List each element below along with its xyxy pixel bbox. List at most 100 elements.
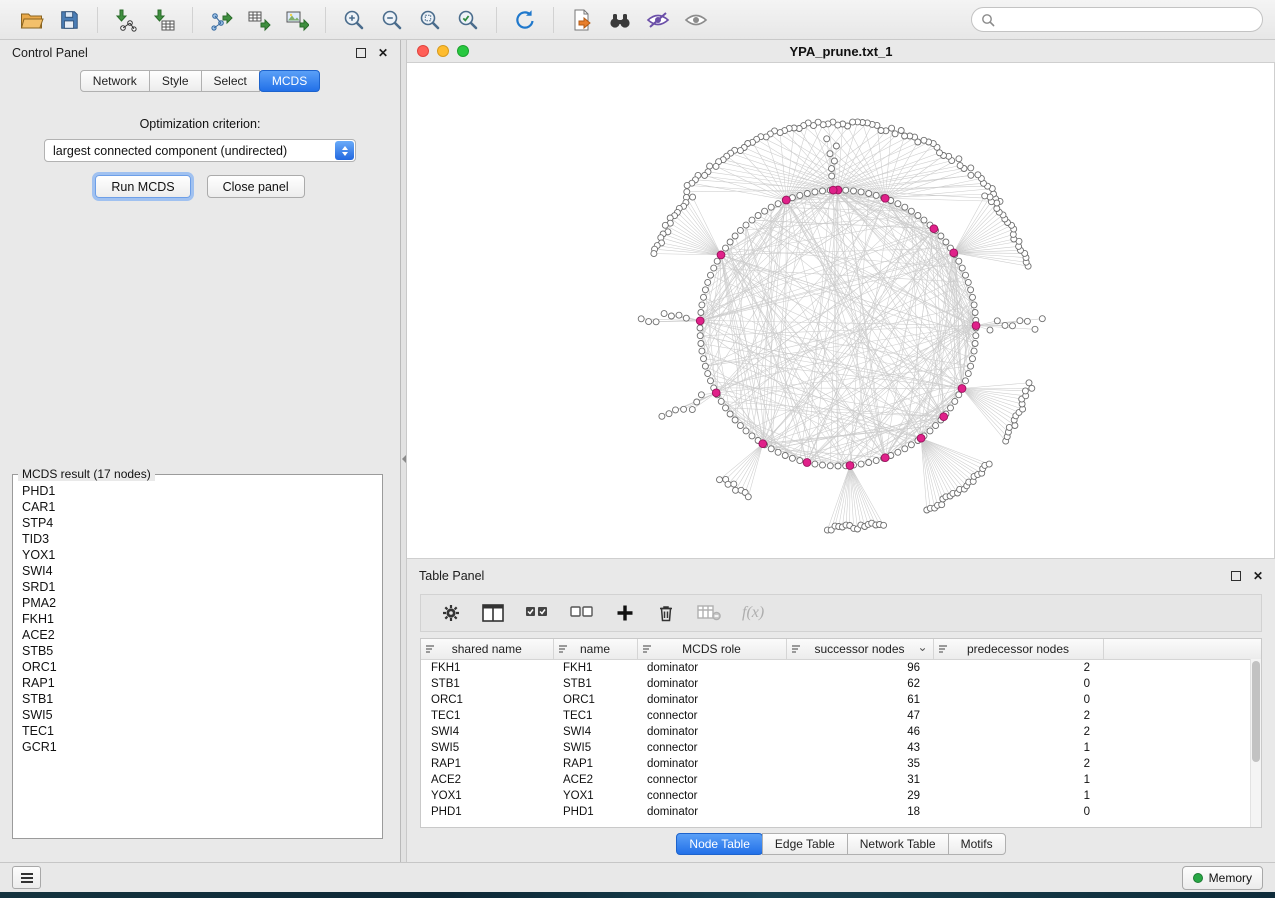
graph-hub-node[interactable] [846, 462, 854, 470]
zoom-out-button[interactable] [373, 5, 411, 35]
cell-name[interactable]: PHD1 [553, 804, 637, 820]
cell-shared-name[interactable]: PHD1 [421, 804, 553, 820]
close-panel-icon[interactable]: ✕ [378, 47, 388, 59]
table-row[interactable]: RAP1RAP1dominator352 [421, 756, 1261, 772]
graph-node[interactable] [1026, 380, 1032, 386]
network-canvas[interactable] [407, 63, 1273, 559]
graph-hub-node[interactable] [759, 440, 767, 448]
graph-node[interactable] [939, 502, 945, 508]
graph-hub-node[interactable] [958, 385, 966, 393]
cell-mcds-role[interactable]: dominator [637, 804, 786, 820]
graph-node[interactable] [898, 128, 904, 134]
graph-node[interactable] [851, 188, 857, 194]
graph-node[interactable] [829, 166, 835, 172]
save-session-button[interactable] [50, 5, 88, 35]
graph-node[interactable] [927, 428, 933, 434]
graph-node[interactable] [782, 453, 788, 459]
graph-node[interactable] [965, 279, 971, 285]
graph-node[interactable] [858, 189, 864, 195]
memory-button[interactable]: Memory [1182, 866, 1263, 890]
graph-node[interactable] [1024, 318, 1030, 324]
graph-node[interactable] [987, 327, 993, 333]
cell-mcds-role[interactable]: connector [637, 788, 786, 804]
graph-node[interactable] [749, 217, 755, 223]
graph-node[interactable] [968, 287, 974, 293]
graph-node[interactable] [698, 310, 704, 316]
divider-collapse-handle[interactable] [401, 448, 406, 470]
graph-node[interactable] [684, 189, 690, 195]
graph-node[interactable] [968, 363, 974, 369]
graph-node[interactable] [971, 348, 977, 354]
tab-edge-table[interactable]: Edge Table [762, 833, 848, 855]
graph-node[interactable] [938, 233, 944, 239]
open-file-button[interactable] [12, 5, 50, 35]
graph-node[interactable] [651, 251, 657, 257]
float-panel-icon[interactable] [356, 48, 366, 58]
graph-node[interactable] [659, 413, 665, 419]
result-node-item[interactable]: CAR1 [22, 499, 373, 515]
graph-hub-node[interactable] [881, 454, 889, 462]
export-table-button[interactable] [240, 5, 278, 35]
graph-node[interactable] [666, 411, 672, 417]
graph-node[interactable] [827, 151, 833, 157]
graph-node[interactable] [732, 417, 738, 423]
graph-node[interactable] [690, 194, 696, 200]
graph-node[interactable] [933, 423, 939, 429]
cell-mcds-role[interactable]: dominator [637, 756, 786, 772]
graph-node[interactable] [986, 461, 992, 467]
cell-mcds-role[interactable]: dominator [637, 724, 786, 740]
cell-predecessor-nodes[interactable]: 1 [933, 772, 1103, 788]
tab-mcds[interactable]: MCDS [259, 70, 320, 92]
graph-node[interactable] [699, 302, 705, 308]
graph-node[interactable] [708, 378, 714, 384]
graph-node[interactable] [775, 449, 781, 455]
graph-node[interactable] [737, 227, 743, 233]
tab-style[interactable]: Style [149, 70, 202, 92]
cell-shared-name[interactable]: ACE2 [421, 772, 553, 788]
graph-node[interactable] [873, 458, 879, 464]
table-row[interactable]: ORC1ORC1dominator610 [421, 692, 1261, 708]
result-node-item[interactable]: SWI5 [22, 707, 373, 723]
graph-node[interactable] [702, 172, 708, 178]
graph-node[interactable] [694, 399, 700, 405]
table-row[interactable]: YOX1YOX1connector291 [421, 788, 1261, 804]
cell-successor-nodes[interactable]: 96 [786, 660, 933, 677]
result-node-item[interactable]: STB5 [22, 643, 373, 659]
graph-node[interactable] [797, 458, 803, 464]
graph-node[interactable] [921, 137, 927, 143]
graph-node[interactable] [701, 356, 707, 362]
graph-node[interactable] [1022, 388, 1028, 394]
graph-node[interactable] [968, 172, 974, 178]
refresh-view-button[interactable] [506, 5, 544, 35]
graph-node[interactable] [812, 189, 818, 195]
graph-node[interactable] [698, 341, 704, 347]
cell-name[interactable]: YOX1 [553, 788, 637, 804]
graph-node[interactable] [965, 371, 971, 377]
cell-mcds-role[interactable]: dominator [637, 692, 786, 708]
result-node-item[interactable]: TEC1 [22, 723, 373, 739]
table-row[interactable]: SWI4SWI4dominator462 [421, 724, 1261, 740]
result-node-item[interactable]: TID3 [22, 531, 373, 547]
cell-shared-name[interactable]: RAP1 [421, 756, 553, 772]
cell-successor-nodes[interactable]: 43 [786, 740, 933, 756]
export-network-button[interactable] [202, 5, 240, 35]
table-row[interactable]: STB1STB1dominator620 [421, 676, 1261, 692]
graph-node[interactable] [1032, 326, 1038, 332]
graph-node[interactable] [745, 494, 751, 500]
cell-name[interactable]: FKH1 [553, 660, 637, 677]
search-input[interactable] [1001, 12, 1253, 28]
graph-node[interactable] [843, 187, 849, 193]
table-row[interactable]: TEC1TEC1connector472 [421, 708, 1261, 724]
graph-node[interactable] [866, 191, 872, 197]
graph-node[interactable] [733, 487, 739, 493]
search-field[interactable] [971, 7, 1263, 32]
result-node-item[interactable]: ACE2 [22, 627, 373, 643]
graph-node[interactable] [972, 341, 978, 347]
graph-node[interactable] [775, 201, 781, 207]
cell-shared-name[interactable]: YOX1 [421, 788, 553, 804]
graph-node[interactable] [707, 163, 713, 169]
tab-motifs[interactable]: Motifs [948, 833, 1006, 855]
graph-node[interactable] [713, 163, 719, 169]
graph-node[interactable] [717, 477, 723, 483]
show-hidden-button[interactable] [677, 5, 715, 35]
